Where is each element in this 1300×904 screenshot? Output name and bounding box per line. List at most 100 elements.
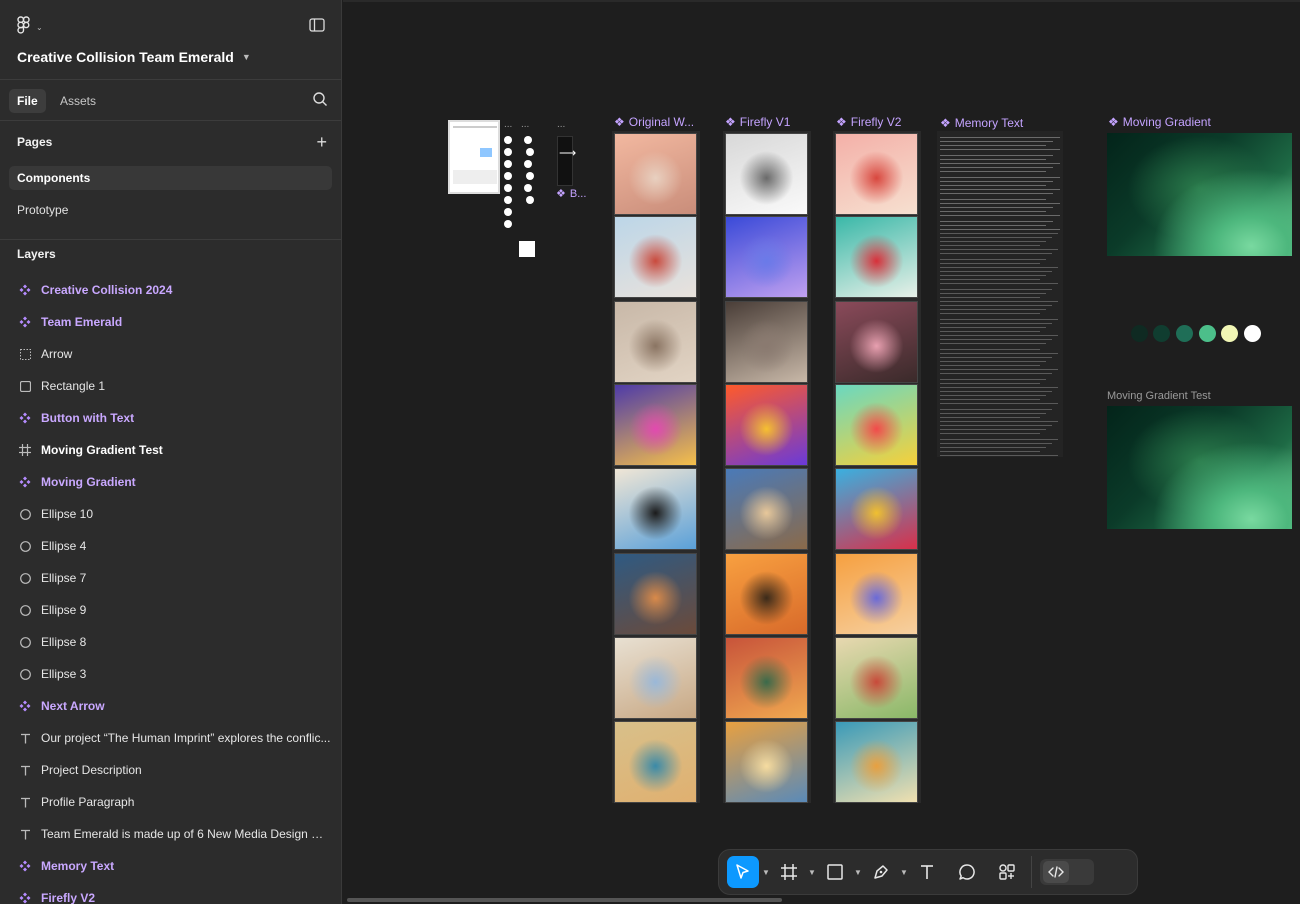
layer-item[interactable]: Ellipse 9 (0, 594, 341, 626)
layer-item[interactable]: Firefly V2 (0, 882, 341, 904)
horizontal-scrollbar[interactable] (347, 898, 782, 902)
original-work-image[interactable] (614, 553, 697, 635)
button-component-frame[interactable] (448, 120, 500, 194)
actions-button[interactable] (991, 856, 1023, 888)
pen-tool-button[interactable] (865, 856, 897, 888)
firefly-v1-image[interactable] (725, 384, 808, 466)
frame-tool-button[interactable] (773, 856, 805, 888)
layer-item[interactable]: Arrow (0, 338, 341, 370)
layer-item[interactable]: Rectangle 1 (0, 370, 341, 402)
firefly-v2-image[interactable] (835, 301, 918, 383)
firefly-v1-image[interactable] (725, 216, 808, 298)
memory-text-line (940, 271, 1052, 272)
ellipse-dot[interactable] (504, 136, 512, 144)
ellipse-dot[interactable] (524, 136, 532, 144)
color-swatch-ellipse[interactable] (1153, 325, 1170, 342)
layer-item[interactable]: Our project “The Human Imprint” explores… (0, 722, 341, 754)
layer-item[interactable]: Profile Paragraph (0, 786, 341, 818)
firefly-v2-image[interactable] (835, 553, 918, 635)
ellipse-dot[interactable] (504, 184, 512, 192)
layer-item[interactable]: Button with Text (0, 402, 341, 434)
layer-item[interactable]: Project Description (0, 754, 341, 786)
firefly-v1-image[interactable] (725, 637, 808, 719)
ellipse-dot[interactable] (526, 196, 534, 204)
text-tool-icon (921, 865, 933, 879)
page-item-components[interactable]: Components (9, 166, 332, 190)
project-title[interactable]: Creative Collision Team Emerald ▼ (17, 49, 251, 65)
frame-tool-menu-chevron[interactable]: ▼ (805, 868, 819, 877)
ellipse-dot[interactable] (504, 172, 512, 180)
pen-tool-menu-chevron[interactable]: ▼ (897, 868, 911, 877)
layer-item[interactable]: Memory Text (0, 850, 341, 882)
original-work-image[interactable] (614, 384, 697, 466)
firefly-v1-image[interactable] (725, 468, 808, 550)
layer-item[interactable]: Ellipse 8 (0, 626, 341, 658)
ellipse-dot[interactable] (524, 160, 532, 168)
firefly-v2-image[interactable] (835, 133, 918, 215)
original-work-image[interactable] (614, 721, 697, 803)
ellipse-dot[interactable] (526, 172, 534, 180)
original-work-image[interactable] (614, 637, 697, 719)
ellipse-dot[interactable] (504, 196, 512, 204)
layer-item[interactable]: Ellipse 7 (0, 562, 341, 594)
move-tool-menu-chevron[interactable]: ▼ (759, 868, 773, 877)
rectangle-tool-button[interactable] (819, 856, 851, 888)
page-item-prototype[interactable]: Prototype (9, 198, 332, 222)
tab-assets[interactable]: Assets (52, 89, 104, 113)
add-page-button[interactable]: + (316, 133, 327, 151)
memory-text-frame[interactable] (937, 131, 1063, 457)
firefly-v2-image[interactable] (835, 637, 918, 719)
firefly-v2-image[interactable] (835, 216, 918, 298)
color-swatch-ellipse[interactable] (1199, 325, 1216, 342)
component-icon: ❖ (940, 116, 951, 130)
color-swatch-ellipse[interactable] (1131, 325, 1148, 342)
ellipse-dot[interactable] (504, 220, 512, 228)
memory-text-line (940, 413, 1046, 414)
layer-item[interactable]: Moving Gradient Test (0, 434, 341, 466)
ellipse-dot[interactable] (504, 148, 512, 156)
firefly-v2-image[interactable] (835, 468, 918, 550)
original-work-image[interactable] (614, 216, 697, 298)
firefly-v1-image[interactable] (725, 553, 808, 635)
ellipse-dot[interactable] (504, 160, 512, 168)
design-canvas[interactable]: ... ... ... ⟶ ❖ B... ❖ Original W... ❖ F… (343, 0, 1300, 904)
color-swatch-ellipse[interactable] (1176, 325, 1193, 342)
ellipse-dot[interactable] (504, 208, 512, 216)
moving-gradient-test-frame[interactable] (1107, 406, 1292, 529)
layer-item[interactable]: Team Emerald is made up of 6 New Media D… (0, 818, 341, 850)
color-swatch-ellipse[interactable] (1221, 325, 1238, 342)
firefly-v2-image[interactable] (835, 384, 918, 466)
panel-toggle-button[interactable] (309, 18, 325, 37)
move-tool-button[interactable] (727, 856, 759, 888)
search-button[interactable] (312, 91, 328, 112)
rectangle-1[interactable] (519, 241, 535, 257)
firefly-v2-image[interactable] (835, 721, 918, 803)
original-work-image[interactable] (614, 301, 697, 383)
original-work-image[interactable] (614, 468, 697, 550)
layer-item[interactable]: Moving Gradient (0, 466, 341, 498)
search-icon (313, 92, 327, 106)
ellipse-dot[interactable] (526, 148, 534, 156)
memory-text-line (940, 305, 1052, 306)
main-menu-button[interactable]: ⌄ (16, 16, 43, 39)
layer-item[interactable]: Ellipse 4 (0, 530, 341, 562)
comment-tool-button[interactable] (951, 856, 983, 888)
tab-file[interactable]: File (9, 89, 46, 113)
layer-item[interactable]: Ellipse 10 (0, 498, 341, 530)
text-tool-button[interactable] (911, 856, 943, 888)
shape-tool-menu-chevron[interactable]: ▼ (851, 868, 865, 877)
original-work-image[interactable] (614, 133, 697, 215)
layer-item[interactable]: Team Emerald (0, 306, 341, 338)
firefly-v1-image[interactable] (725, 301, 808, 383)
color-swatch-ellipse[interactable] (1244, 325, 1261, 342)
ellipse-dot[interactable] (524, 184, 532, 192)
firefly-v1-image[interactable] (725, 133, 808, 215)
arrow-column[interactable]: ⟶ (557, 136, 576, 186)
dev-mode-toggle[interactable] (1040, 859, 1094, 885)
layer-item[interactable]: Ellipse 3 (0, 658, 341, 690)
moving-gradient-frame[interactable] (1107, 133, 1292, 256)
layer-item[interactable]: Creative Collision 2024 (0, 274, 341, 306)
dots-label-2: ... (521, 119, 530, 130)
firefly-v1-image[interactable] (725, 721, 808, 803)
layer-item[interactable]: Next Arrow (0, 690, 341, 722)
